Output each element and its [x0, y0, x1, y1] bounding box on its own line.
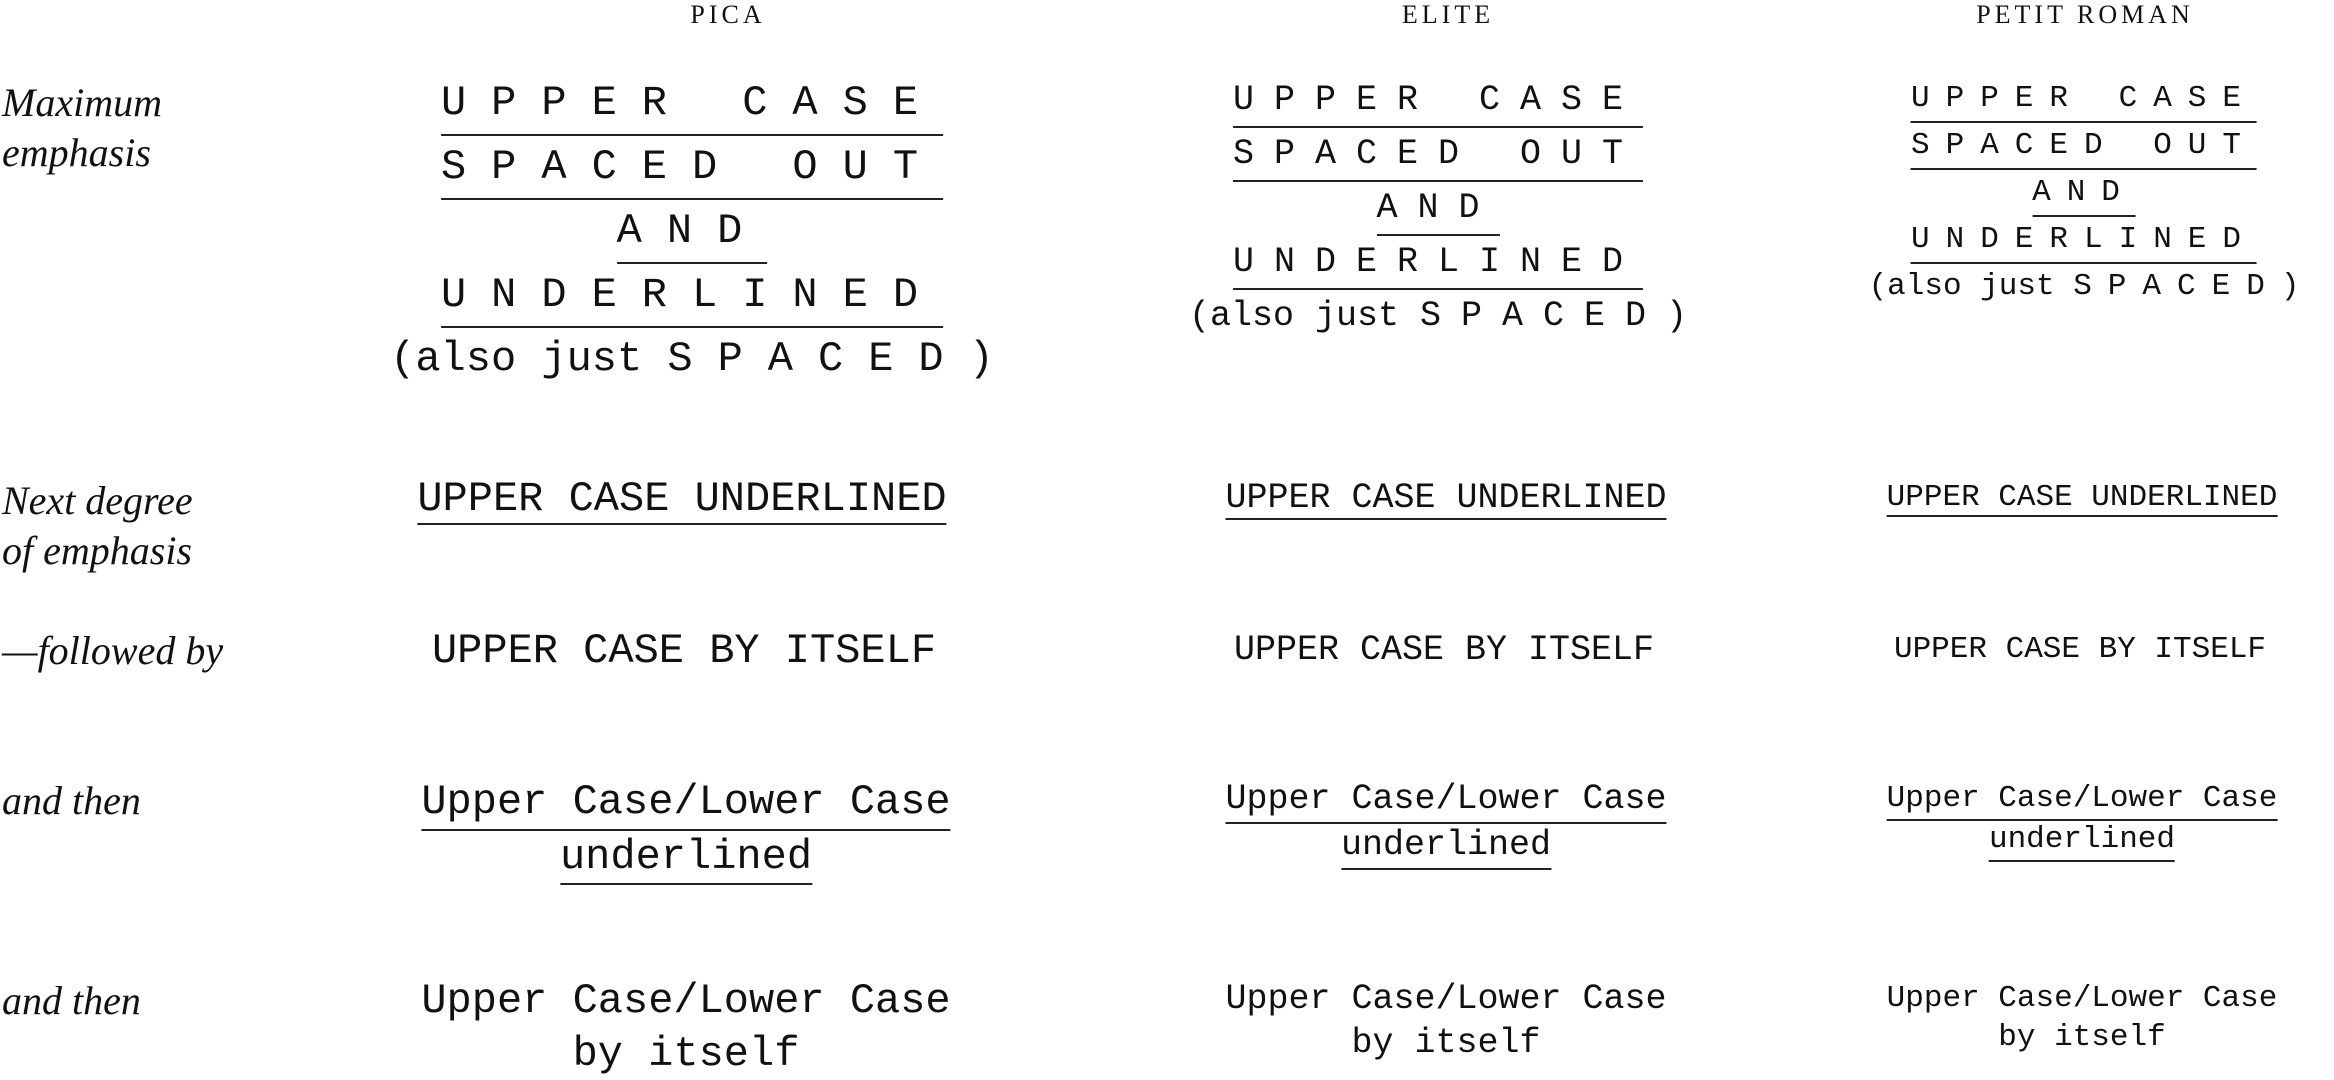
- column-header-elite: ELITE: [1401, 0, 1495, 29]
- elite-maximum-emphasis: UPPER CASE SPACED OUT AND UNDERLINED (al…: [1189, 74, 1687, 342]
- pica-uc-underlined: UPPER CASE UNDERLINED: [417, 475, 947, 525]
- column-header-petit-roman: PETIT ROMAN: [1976, 0, 2194, 29]
- petit-ulc-underlined: Upper Case/Lower Case underlined: [1886, 780, 2278, 862]
- petit-ulc-by-itself: Upper Case/Lower Case by itself: [1886, 981, 2278, 1055]
- elite-ulc-by-itself: Upper Case/Lower Case by itself: [1225, 979, 1667, 1063]
- petit-maximum-emphasis: UPPER CASE SPACED OUT AND UNDERLINED (al…: [1869, 76, 2300, 309]
- elite-uc-by-itself: UPPER CASE BY ITSELF: [1233, 630, 1655, 670]
- petit-uc-by-itself: UPPER CASE BY ITSELF: [1893, 632, 2267, 667]
- row-label-next-degree: Next degree of emphasis: [2, 478, 193, 573]
- row-label-followed-by: —followed by: [2, 628, 224, 673]
- row-label-and-then-1: and then: [2, 778, 141, 823]
- row-label-maximum-emphasis: Maximum emphasis: [2, 80, 162, 175]
- column-header-pica: PICA: [690, 0, 766, 29]
- pica-maximum-emphasis: UPPER CASE SPACED OUT AND UNDERLINED (al…: [390, 72, 994, 390]
- pica-ulc-by-itself: Upper Case/Lower Case by itself: [421, 977, 951, 1078]
- elite-ulc-underlined: Upper Case/Lower Case underlined: [1225, 778, 1667, 870]
- petit-uc-underlined: UPPER CASE UNDERLINED: [1886, 480, 2278, 517]
- row-label-and-then-2: and then: [2, 978, 141, 1023]
- pica-uc-by-itself: UPPER CASE BY ITSELF: [431, 627, 937, 675]
- pica-ulc-underlined: Upper Case/Lower Case underlined: [421, 776, 951, 885]
- elite-uc-underlined: UPPER CASE UNDERLINED: [1225, 478, 1667, 520]
